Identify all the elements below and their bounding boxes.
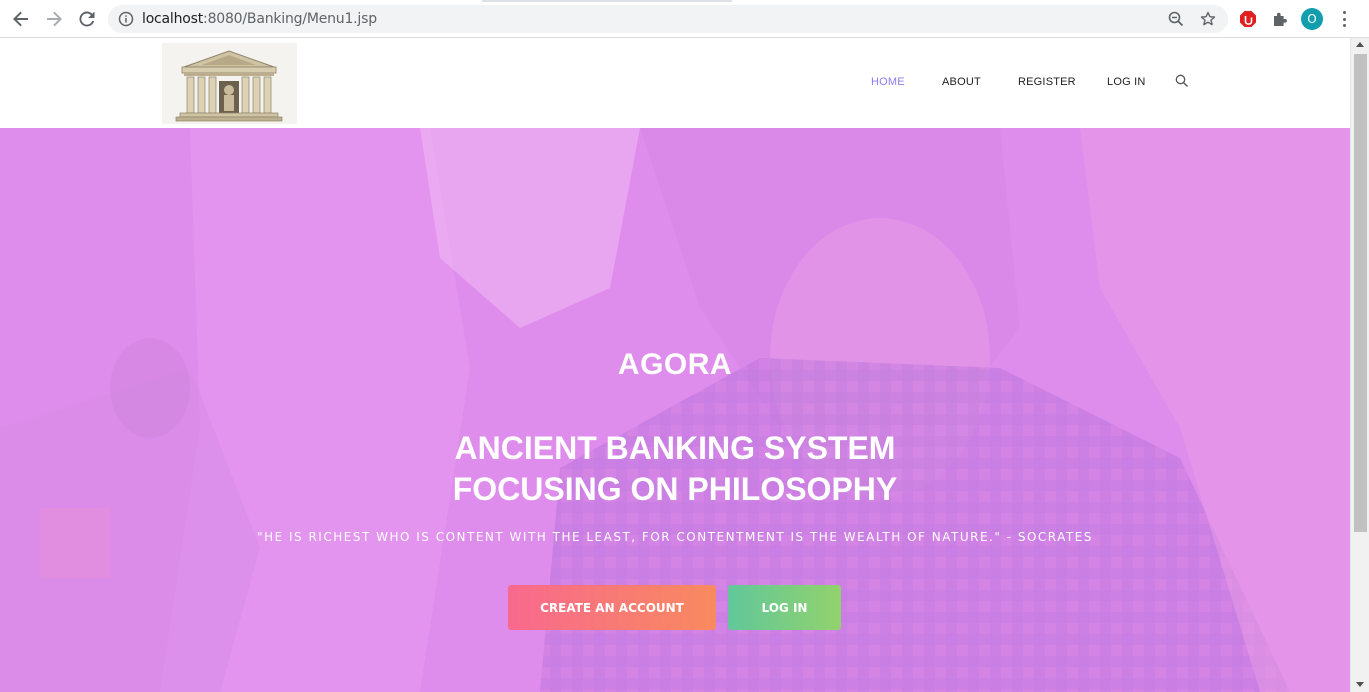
nav-about[interactable]: ABOUT: [942, 76, 981, 88]
hero-title-line-2: FOCUSING ON PHILOSOPHY: [452, 471, 898, 507]
login-button[interactable]: LOG IN: [728, 585, 841, 630]
hero-brand: AGORA: [617, 348, 733, 381]
nav-login[interactable]: LOG IN: [1107, 76, 1146, 88]
adblock-extension-icon[interactable]: [1237, 8, 1259, 30]
hero-title: ANCIENT BANKING SYSTEM FOCUSING ON PHILO…: [0, 428, 1350, 510]
hero-title-line-1: ANCIENT BANKING SYSTEM: [454, 430, 896, 466]
address-bar[interactable]: localhost:8080/Banking/Menu1.jsp: [108, 5, 1228, 33]
url-host: localhost: [142, 11, 204, 27]
info-icon[interactable]: [118, 11, 134, 27]
browser-toolbar: localhost:8080/Banking/Menu1.jsp O: [0, 0, 1369, 38]
page-scrollbar[interactable]: [1350, 38, 1369, 692]
site-header: HOME ABOUT REGISTER LOG IN: [0, 38, 1350, 128]
extensions-puzzle-icon[interactable]: [1269, 8, 1291, 30]
search-icon[interactable]: [1175, 74, 1189, 88]
reload-icon[interactable]: [75, 7, 99, 31]
profile-avatar[interactable]: O: [1301, 8, 1323, 30]
nav-register[interactable]: REGISTER: [1018, 76, 1076, 88]
hero-content: AGORA ANCIENT BANKING SYSTEM FOCUSING ON…: [0, 128, 1350, 692]
url-path: :8080/Banking/Menu1.jsp: [203, 11, 377, 27]
scroll-thumb[interactable]: [1354, 54, 1367, 532]
scroll-up-arrow-icon[interactable]: [1356, 42, 1364, 47]
back-icon[interactable]: [9, 7, 33, 31]
scroll-down-arrow-icon[interactable]: [1356, 682, 1364, 687]
create-account-button[interactable]: CREATE AN ACCOUNT: [508, 585, 716, 630]
hero-section: AGORA ANCIENT BANKING SYSTEM FOCUSING ON…: [0, 128, 1350, 692]
hero-quote: "HE IS RICHEST WHO IS CONTENT WITH THE L…: [257, 530, 1093, 544]
url-text[interactable]: localhost:8080/Banking/Menu1.jsp: [142, 11, 377, 27]
zoom-icon[interactable]: [1168, 11, 1184, 27]
nav-home[interactable]: HOME: [871, 76, 905, 88]
tab-strip-edge: [482, 0, 732, 2]
forward-icon[interactable]: [42, 7, 66, 31]
more-menu-icon[interactable]: [1336, 9, 1352, 29]
bookmark-star-icon[interactable]: [1200, 11, 1216, 27]
main-nav: HOME ABOUT REGISTER LOG IN: [0, 38, 1350, 128]
